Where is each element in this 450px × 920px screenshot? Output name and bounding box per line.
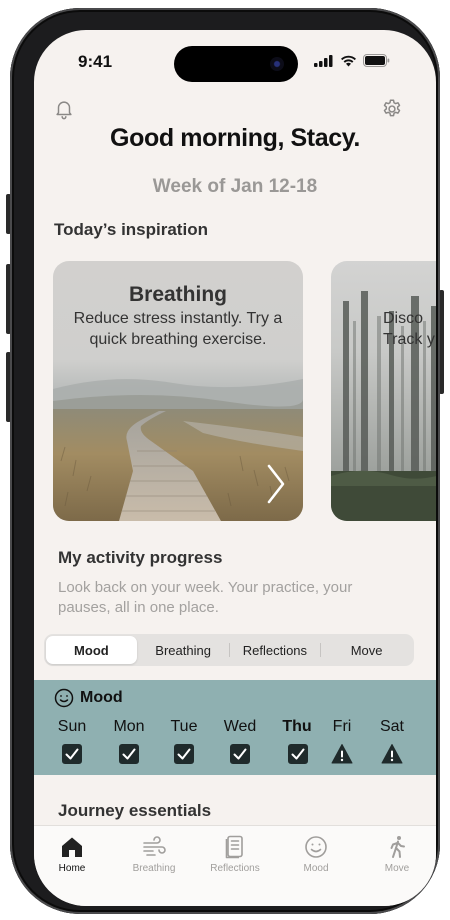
activity-heading: My activity progress <box>58 548 223 567</box>
tab-mood[interactable]: Mood <box>46 636 137 664</box>
figure-walk-icon <box>390 836 405 858</box>
smile-icon <box>54 688 74 708</box>
checkbox-checked-icon[interactable] <box>173 743 195 765</box>
day-label-mon: Mon <box>113 718 145 735</box>
checkbox-checked-icon[interactable] <box>118 743 140 765</box>
tab-reflections[interactable]: Reflections <box>230 636 321 664</box>
checkbox-checked-icon[interactable] <box>287 743 309 765</box>
tabbar-label: Home <box>58 863 86 874</box>
home-icon <box>62 837 82 857</box>
tabbar-label: Reflections <box>210 863 260 874</box>
activity-segmented-control: Mood Breathing Reflections Move <box>44 634 414 666</box>
day-label-sat: Sat <box>379 718 404 735</box>
tab-breathing[interactable]: Breathing <box>138 636 229 664</box>
bottom-tab-bar: Home Breathing Reflections Mood Move <box>34 825 436 906</box>
mood-panel-title: Mood <box>80 689 123 706</box>
tabbar-item-breathing[interactable]: Breathing <box>114 834 194 874</box>
checkbox-checked-icon[interactable] <box>229 743 251 765</box>
card-description: Reduce stress instantly. Try a quick bre… <box>73 310 283 348</box>
journal-icon <box>225 835 243 859</box>
inspiration-card-breathing[interactable]: Breathing Reduce stress instantly. Try a… <box>53 261 303 521</box>
tabbar-label: Move <box>384 863 410 874</box>
warning-triangle-icon[interactable] <box>381 743 403 765</box>
mood-week-panel: Mood Sun Mon Tue Wed Thu Fri Sat <box>34 680 436 775</box>
mood-panel-header: Mood <box>54 688 123 708</box>
camera-icon <box>270 57 284 71</box>
gear-icon[interactable] <box>381 98 403 120</box>
day-label-fri: Fri <box>332 718 352 735</box>
wind-icon <box>143 836 166 856</box>
activity-description: Look back on your week. Your practice, y… <box>58 579 353 616</box>
warning-triangle-icon[interactable] <box>331 743 353 765</box>
dynamic-island <box>174 46 298 82</box>
inspiration-card-forest[interactable]: Disco Track y <box>331 261 436 521</box>
tabbar-item-mood[interactable]: Mood <box>276 834 356 874</box>
app-screen: 9:41 Good morning, Stacy. Week of Jan 12… <box>34 30 436 906</box>
journey-heading: Journey essentials <box>58 801 212 820</box>
chevron-right-icon[interactable] <box>265 463 287 505</box>
day-label-sun: Sun <box>57 718 87 735</box>
tabbar-item-move[interactable]: Move <box>357 834 436 874</box>
day-label-tue: Tue <box>170 718 198 735</box>
smile-icon <box>305 836 327 858</box>
card-title: Breathing <box>128 283 227 306</box>
forest-image <box>331 261 436 521</box>
tabbar-item-home[interactable]: Home <box>34 834 112 874</box>
inspiration-heading: Today’s inspiration <box>54 220 208 239</box>
greeting-title: Good morning, Stacy. <box>110 124 360 152</box>
phone-frame: 9:41 Good morning, Stacy. Week of Jan 12… <box>10 8 440 914</box>
tabbar-label: Breathing <box>132 863 176 874</box>
battery-icon <box>363 54 390 67</box>
bell-icon[interactable] <box>53 98 75 120</box>
tabbar-item-reflections[interactable]: Reflections <box>195 834 275 874</box>
status-time: 9:41 <box>78 52 113 71</box>
day-label-wed: Wed <box>223 718 257 735</box>
card-description: Disco Track y <box>383 310 435 348</box>
wifi-icon <box>341 55 356 67</box>
tabbar-label: Mood <box>303 863 329 874</box>
status-icons <box>314 54 390 67</box>
tab-move[interactable]: Move <box>321 636 412 664</box>
checkbox-checked-icon[interactable] <box>61 743 83 765</box>
week-range: Week of Jan 12-18 <box>152 176 318 197</box>
cellular-signal-icon <box>314 55 333 67</box>
